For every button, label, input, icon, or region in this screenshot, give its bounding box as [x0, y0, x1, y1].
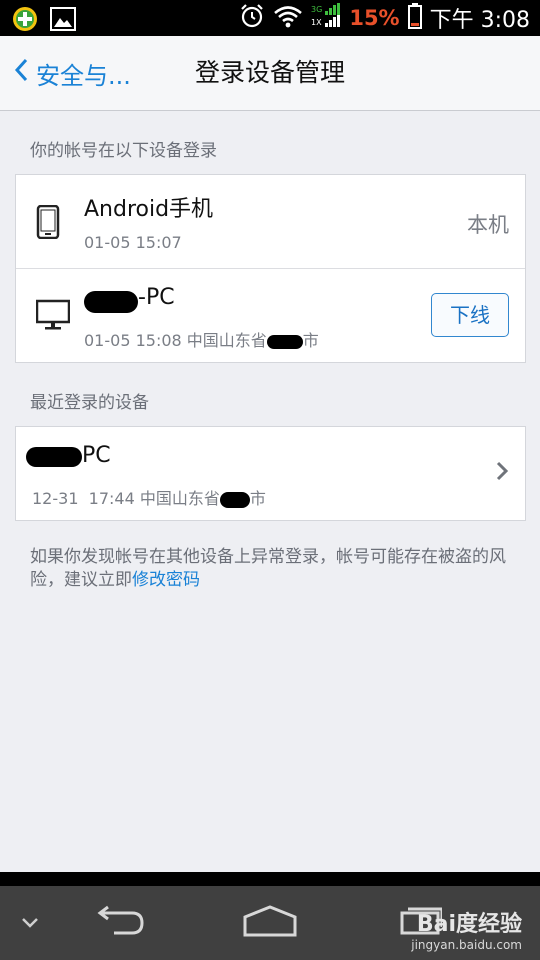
security-warning-text: 如果你发现帐号在其他设备上异常登录，帐号可能存在被盗的风险，建议立即: [30, 547, 506, 590]
logged-in-device-list: Android手机 01-05 15:07 本机 -PC 01-05 15:08…: [15, 174, 526, 363]
back-label: 安全与...: [36, 61, 131, 90]
watermark-main: Bai度经验: [416, 912, 522, 937]
device-name: -PC: [138, 285, 175, 310]
device-name: Android手机: [84, 197, 214, 222]
chevron-left-icon: [14, 58, 28, 88]
back-nav-button[interactable]: [80, 886, 160, 960]
title-bar: 登录设备管理 安全与...: [0, 36, 540, 111]
svg-text:1X: 1X: [311, 18, 322, 27]
status-bar: 3G 1X 15% 下午 3:08: [0, 0, 540, 36]
chevron-right-icon: [495, 457, 509, 490]
device-login-city-suffix: 市: [302, 331, 319, 350]
recent-device-login-info: 12-31 17:44 中国山东省 市: [32, 485, 266, 509]
device-login-time: 01-05 15:07: [84, 233, 182, 252]
recent-device-name: PC: [82, 443, 111, 468]
device-login-info: 01-05 15:08 中国山东省 市: [84, 327, 319, 351]
recent-login-location: 中国山东省: [139, 489, 220, 508]
recent-device-row[interactable]: PC 12-31 17:44 中国山东省 市: [15, 426, 526, 521]
signal-icon: 3G 1X: [311, 2, 341, 34]
recent-section-label: 最近登录的设备: [30, 393, 149, 413]
current-device-tag: 本机: [467, 213, 509, 237]
svg-text:3G: 3G: [311, 5, 322, 14]
recent-login-time: 17:44: [88, 489, 135, 508]
home-nav-button[interactable]: [230, 886, 310, 960]
alarm-icon: [239, 3, 265, 34]
device-row-pc: -PC 01-05 15:08 中国山东省 市 下线: [16, 268, 525, 362]
battery-icon: [407, 2, 422, 34]
watermark-url: jingyan.baidu.com: [411, 938, 522, 952]
recent-login-city-suffix: 市: [249, 489, 266, 508]
recent-login-date: 12-31: [32, 489, 79, 508]
redacted-city: [219, 491, 250, 508]
redacted-area: [84, 291, 138, 313]
change-password-link[interactable]: 修改密码: [132, 570, 200, 590]
phone-icon: [36, 204, 60, 243]
chevron-down-icon: [21, 914, 39, 933]
clock: 下午 3:08: [429, 8, 530, 33]
security-warning: 如果你发现帐号在其他设备上异常登录，帐号可能存在被盗的风险，建议立即修改密码: [30, 546, 520, 592]
redacted-area: [26, 447, 82, 467]
wifi-icon: [273, 4, 303, 33]
nav-separator: [0, 872, 540, 886]
back-button[interactable]: 安全与...: [14, 36, 131, 110]
image-notification-icon: [50, 7, 76, 35]
logged-in-section-label: 你的帐号在以下设备登录: [30, 141, 217, 161]
device-login-time-location: 01-05 15:08 中国山东省: [84, 331, 267, 350]
battery-percentage: 15%: [349, 6, 400, 30]
device-row-android: Android手机 01-05 15:07 本机: [16, 175, 525, 268]
system-nav-bar: Bai度经验 jingyan.baidu.com: [0, 886, 540, 960]
back-arrow-icon: [92, 905, 148, 941]
watermark: Bai度经验 jingyan.baidu.com: [411, 906, 522, 952]
redacted-city: [266, 334, 303, 349]
force-logout-button[interactable]: 下线: [431, 293, 509, 337]
hide-keyboard-button[interactable]: [10, 886, 50, 960]
home-icon: [241, 905, 299, 941]
monitor-icon: [35, 299, 71, 335]
app-notification-icon: [12, 6, 38, 36]
